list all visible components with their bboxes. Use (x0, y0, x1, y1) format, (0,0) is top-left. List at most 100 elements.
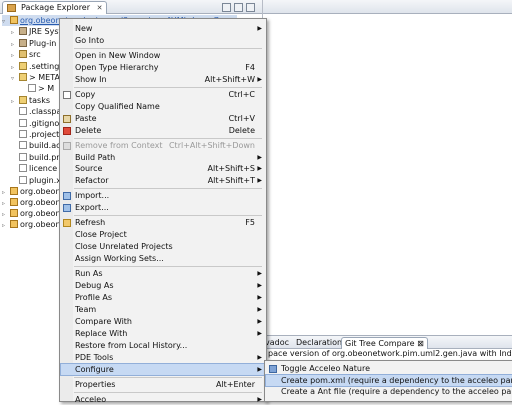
submenu-arrow-icon: ▶ (257, 25, 262, 32)
expand-toggle-icon[interactable]: ▹ (11, 39, 19, 50)
menu-item-shortcut: Delete (228, 125, 255, 135)
menu-item-show-in[interactable]: Show In Alt+Shift+W ▶ (61, 74, 265, 85)
submenu-arrow-icon: ▶ (257, 305, 262, 313)
menu-item-label: Team (75, 304, 97, 314)
menu-item-label: Remove from Context (75, 140, 163, 150)
menu-item-label: Delete (75, 125, 102, 135)
menu-item-assign-working-sets[interactable]: Assign Working Sets... (61, 253, 265, 264)
menu-item-export[interactable]: Export... (61, 202, 265, 213)
menu-item-label: Refresh (75, 218, 106, 228)
file-icon (19, 175, 27, 184)
refresh-icon (63, 219, 71, 228)
menu-item-remove-from-context: Remove from Context Ctrl+Alt+Shift+Down (61, 140, 265, 151)
menu-item-label: Acceleo (75, 394, 107, 404)
close-tab-icon[interactable]: ⊠ (417, 339, 424, 348)
view-menu-icon[interactable] (246, 3, 255, 12)
expand-toggle-icon[interactable]: ▹ (2, 220, 10, 231)
folder-icon (19, 95, 27, 104)
tree-node[interactable]: licence (11, 163, 57, 174)
menu-item-shortcut: Alt+Shift+S (207, 164, 256, 174)
bottom-panel-tabbar: vadoc Declaration Git Tree Compare ⊠ (263, 335, 512, 349)
menu-item-compare-with[interactable]: Compare With ▶ (61, 316, 265, 327)
submenu-item-create-a-ant-file-require-a-dependency-t[interactable]: Create a Ant file (require a dependency … (266, 386, 512, 397)
remove-context-icon (63, 141, 71, 150)
project-icon (10, 16, 18, 24)
submenu-item-toggle-acceleo-nature[interactable]: Toggle Acceleo Nature (266, 363, 512, 374)
menu-item-import[interactable]: Import... (61, 190, 265, 201)
expand-toggle-icon[interactable]: ▹ (11, 96, 19, 107)
menu-item-team[interactable]: Team ▶ (61, 304, 265, 315)
menu-item-configure[interactable]: Configure ▶ (60, 362, 266, 376)
export-icon (63, 204, 71, 213)
editor-tabbar (263, 0, 512, 14)
menu-item-refresh[interactable]: Refresh F5 (61, 217, 265, 228)
close-tab-icon[interactable]: ✕ (97, 4, 103, 12)
menu-item-label: Configure (75, 364, 114, 374)
tree-node-label: .project (29, 130, 60, 139)
menu-item-new[interactable]: New ▶ (61, 23, 265, 34)
tree-node[interactable]: ▹ tasks (11, 95, 50, 106)
submenu-item-create-pom-xml-require-a-dependency-to-t[interactable]: Create pom.xml (require a dependency to … (265, 373, 512, 387)
menu-item-label: Refactor (75, 176, 109, 186)
menu-item-debug-as[interactable]: Debug As ▶ (61, 280, 265, 291)
collapse-all-icon[interactable] (222, 3, 231, 12)
folder-icon (19, 73, 27, 81)
menu-item-build-path[interactable]: Build Path ▶ (61, 152, 265, 163)
expand-toggle-icon[interactable]: ▿ (11, 73, 19, 84)
package-explorer-tab[interactable]: Package Explorer ✕ (2, 1, 108, 14)
tab-declaration[interactable]: Declaration (293, 337, 345, 348)
menu-item-copy-qualified-name[interactable]: Copy Qualified Name (61, 101, 265, 112)
menu-item-run-as[interactable]: Run As ▶ (61, 268, 265, 279)
menu-item-replace-with[interactable]: Replace With ▶ (61, 328, 265, 339)
tree-node[interactable]: ▹ .settings (11, 61, 63, 72)
menu-item-go-into[interactable]: Go Into (61, 35, 265, 46)
menu-item-properties[interactable]: Properties Alt+Enter (61, 379, 265, 390)
file-icon (19, 152, 27, 161)
file-icon (19, 118, 27, 127)
expand-toggle-icon[interactable]: ▹ (11, 50, 19, 61)
package-explorer-icon (7, 4, 16, 12)
submenu-arrow-icon: ▶ (257, 165, 262, 173)
menu-item-source[interactable]: Source Alt+Shift+S ▶ (61, 163, 265, 174)
library-icon (19, 38, 27, 47)
expand-toggle-icon[interactable]: ▹ (11, 62, 19, 73)
menu-item-pde-tools[interactable]: PDE Tools ▶ (61, 352, 265, 363)
tree-node-label: licence (29, 164, 58, 174)
submenu-arrow-icon: ▶ (257, 282, 262, 289)
tree-node-label: tasks (29, 95, 51, 105)
expand-toggle-icon[interactable]: ▹ (11, 27, 19, 38)
tree-node-label: > M (38, 84, 55, 94)
menu-item-close-project[interactable]: Close Project (61, 229, 265, 240)
tree-node[interactable]: > M (20, 83, 54, 94)
source-folder-icon (19, 50, 27, 59)
menu-item-copy[interactable]: Copy Ctrl+C (61, 89, 265, 100)
file-icon (19, 107, 27, 116)
expand-toggle-icon[interactable]: ▿ (2, 16, 10, 27)
menu-item-label: Debug As (75, 281, 114, 290)
menu-separator (74, 86, 262, 88)
project-icon (10, 209, 18, 217)
menu-item-shortcut: F4 (245, 62, 255, 72)
menu-item-open-type-hierarchy[interactable]: Open Type Hierarchy F4 (61, 62, 265, 73)
menu-item-label: Go Into (75, 35, 105, 45)
menu-item-label: Export... (75, 203, 109, 213)
menu-item-refactor[interactable]: Refactor Alt+Shift+T ▶ (61, 175, 265, 186)
menu-item-delete[interactable]: Delete Delete (61, 125, 265, 136)
menu-item-profile-as[interactable]: Profile As ▶ (61, 292, 265, 303)
menu-item-label: Close Project (75, 230, 127, 240)
menu-item-close-unrelated-projects[interactable]: Close Unrelated Projects (61, 241, 265, 252)
menu-item-paste[interactable]: Paste Ctrl+V (61, 113, 265, 124)
tree-node[interactable]: ▹ src (11, 49, 41, 60)
menu-item-restore-from-local-history[interactable]: Restore from Local History... (61, 340, 265, 351)
submenu-arrow-icon: ▶ (257, 329, 262, 337)
menu-item-label: Replace With (75, 328, 128, 338)
menu-item-open-in-new-window[interactable]: Open in New Window (61, 50, 265, 61)
menu-item-label: Open in New Window (75, 50, 161, 60)
tree-node[interactable]: .project (11, 129, 59, 140)
menu-item-acceleo[interactable]: Acceleo ▶ (61, 394, 265, 405)
git-tree-compare-description: pace version of org.obeonetwork.pim.uml2… (268, 349, 512, 358)
menu-item-shortcut: F5 (245, 218, 255, 228)
link-with-editor-icon[interactable] (234, 3, 243, 12)
submenu-arrow-icon: ▶ (257, 395, 262, 403)
submenu-item-label: Create pom.xml (require a dependency to … (281, 375, 512, 385)
